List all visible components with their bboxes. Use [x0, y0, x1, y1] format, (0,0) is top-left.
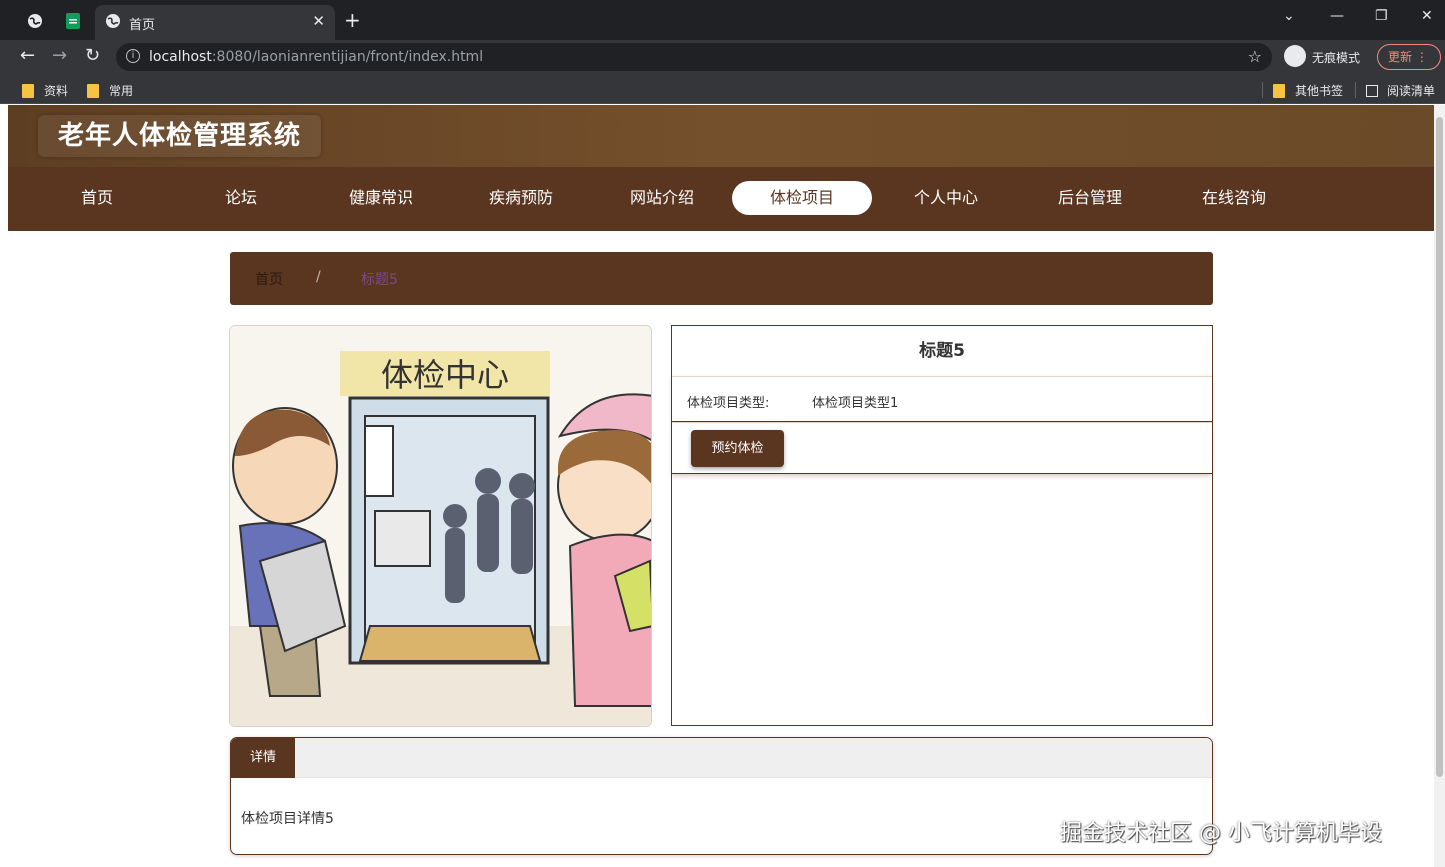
- tab-detail[interactable]: 详情: [231, 738, 295, 778]
- breadcrumb: 首页 / 标题5: [230, 252, 1213, 305]
- pinned-tab-globe[interactable]: [22, 8, 48, 34]
- scrollbar-thumb[interactable]: [1436, 117, 1443, 777]
- reading-list[interactable]: 阅读清单: [1366, 82, 1435, 99]
- reading-list-icon: [1366, 84, 1378, 97]
- reload-icon[interactable]: ↻: [85, 46, 100, 66]
- page-scrollbar[interactable]: [1434, 105, 1445, 867]
- tab-search-icon[interactable]: ⌄: [1283, 8, 1295, 24]
- tab-close-icon[interactable]: ✕: [312, 12, 325, 30]
- page-viewport: 老年人体检管理系统 首页 论坛 健康常识 疾病预防 网站介绍 体检项目 个人中心…: [8, 105, 1434, 867]
- pinned-tab-sheets[interactable]: [60, 8, 86, 34]
- bookmark-folder-ziliao[interactable]: 资料: [22, 82, 68, 99]
- nav-item-forum[interactable]: 论坛: [171, 181, 311, 215]
- update-button[interactable]: 更新 ⋮: [1377, 44, 1441, 70]
- sheets-icon: [66, 13, 80, 29]
- back-icon[interactable]: ←: [20, 46, 35, 66]
- book-checkup-button[interactable]: 预约体检: [691, 430, 784, 467]
- incognito-label: 无痕模式: [1312, 51, 1361, 65]
- globe-icon: [106, 14, 120, 28]
- detail-content: 体检项目详情5: [241, 811, 334, 827]
- active-tab[interactable]: 首页 ✕: [95, 5, 335, 40]
- nav-item-disease-prevention[interactable]: 疾病预防: [451, 181, 591, 215]
- breadcrumb-home[interactable]: 首页: [255, 269, 283, 289]
- bookmarks-bar: 资料 常用 其他书签 阅读清单: [0, 74, 1445, 104]
- detail-tab-bar: 详情: [231, 738, 1212, 778]
- nav-item-online-consult[interactable]: 在线咨询: [1164, 181, 1304, 215]
- sign-text: 体检中心: [381, 356, 509, 394]
- nav-item-home[interactable]: 首页: [27, 181, 167, 215]
- breadcrumb-separator: /: [316, 269, 321, 285]
- bookmark-separator: [1262, 82, 1263, 98]
- incognito-icon: [1284, 45, 1306, 67]
- item-info-panel: 标题5 体检项目类型: 体检项目类型1 预约体检: [671, 325, 1213, 726]
- main-nav: 首页 论坛 健康常识 疾病预防 网站介绍 体检项目 个人中心 后台管理 在线咨询: [8, 167, 1434, 231]
- address-bar[interactable]: i localhost:8080/laonianrentijian/front/…: [116, 43, 1272, 71]
- browser-toolbar: ← → ↻ i localhost:8080/laonianrentijian/…: [0, 40, 1445, 74]
- nav-item-health-knowledge[interactable]: 健康常识: [311, 181, 451, 215]
- item-title: 标题5: [919, 341, 965, 361]
- item-type-label: 体检项目类型:: [687, 396, 770, 411]
- site-title: 老年人体检管理系统: [58, 121, 302, 151]
- watermark: 掘金技术社区 @ 小飞计算机毕设: [1060, 821, 1382, 846]
- item-type-row: 体检项目类型: 体检项目类型1: [672, 376, 1212, 422]
- bookmark-star-icon[interactable]: ☆: [1248, 47, 1262, 66]
- folder-icon: [87, 83, 99, 98]
- nav-item-site-intro[interactable]: 网站介绍: [592, 181, 732, 215]
- new-tab-icon[interactable]: +: [344, 8, 361, 32]
- checkup-center-illustration: 体检中心: [230, 326, 651, 726]
- nav-item-checkup-items[interactable]: 体检项目: [732, 181, 872, 215]
- globe-icon: [28, 14, 42, 28]
- bookmark-folder-other[interactable]: 其他书签: [1273, 82, 1343, 99]
- site-header: 老年人体检管理系统: [8, 105, 1434, 167]
- nav-item-admin[interactable]: 后台管理: [1020, 181, 1160, 215]
- window-close-icon[interactable]: ✕: [1421, 8, 1433, 24]
- maximize-icon[interactable]: ❐: [1375, 8, 1388, 24]
- action-row: 预约体检: [672, 423, 1212, 474]
- bookmark-separator: [1355, 82, 1356, 98]
- minimize-icon[interactable]: —: [1330, 8, 1344, 24]
- browser-tab-bar: 首页 ✕ + ⌄ — ❐ ✕: [0, 0, 1445, 40]
- breadcrumb-current: 标题5: [361, 272, 398, 288]
- item-type-value: 体检项目类型1: [812, 396, 899, 411]
- tab-title: 首页: [129, 18, 156, 33]
- site-logo[interactable]: 老年人体检管理系统: [38, 115, 322, 157]
- item-image: 体检中心: [229, 325, 652, 727]
- url-text[interactable]: localhost:8080/laonianrentijian/front/in…: [149, 49, 483, 65]
- folder-icon: [1273, 83, 1285, 98]
- bookmark-folder-changyong[interactable]: 常用: [87, 82, 133, 99]
- site-info-icon[interactable]: i: [126, 49, 140, 63]
- forward-icon[interactable]: →: [52, 46, 67, 66]
- folder-icon: [22, 83, 34, 98]
- page-left-gutter: [0, 105, 8, 867]
- nav-item-personal-center[interactable]: 个人中心: [876, 181, 1016, 215]
